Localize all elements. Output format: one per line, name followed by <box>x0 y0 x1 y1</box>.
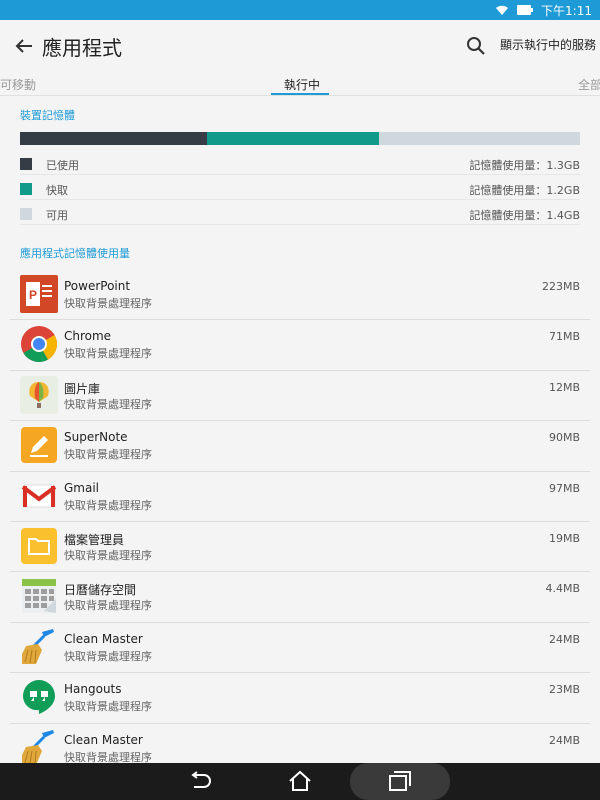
back-button[interactable] <box>6 28 42 64</box>
status-time: 下午1:11 <box>541 3 592 18</box>
memory-bar-segment-used <box>20 132 207 145</box>
list-item[interactable]: Gmail 快取背景處理程序 97MB <box>10 472 590 522</box>
app-memory-size: 24MB <box>548 632 580 646</box>
memory-usage-bar <box>20 132 580 145</box>
nav-home-button[interactable] <box>286 768 314 794</box>
supernote-icon <box>21 427 57 464</box>
app-name: 圖片庫 <box>64 381 101 396</box>
navigation-bar <box>0 763 600 800</box>
legend-label: 已使用 <box>46 159 79 172</box>
app-memory-title: 應用程式記憶體使用量 <box>20 247 130 260</box>
app-status: 快取背景處理程序 <box>64 397 152 411</box>
battery-icon <box>517 5 534 15</box>
back-icon <box>191 771 211 788</box>
broom-icon <box>22 628 54 664</box>
list-item[interactable]: 圖片庫 快取背景處理程序 12MB <box>10 371 590 422</box>
tab-movable[interactable]: 可移動 <box>0 76 36 93</box>
app-name: Chrome <box>64 329 112 344</box>
search-icon <box>467 37 485 55</box>
app-name: SuperNote <box>64 430 128 445</box>
list-item[interactable]: Clean Master 快取背景處理程序 24MB <box>10 623 590 674</box>
calendar-storage-icon <box>22 579 56 614</box>
app-status: 快取背景處理程序 <box>64 297 152 310</box>
legend-value: 記憶體使用量：1.3GB <box>469 159 580 172</box>
legend-label: 快取 <box>46 184 68 197</box>
app-status: 快取背景處理程序 <box>64 700 152 714</box>
show-running-services-button[interactable]: 顯示執行中的服務 <box>500 36 596 53</box>
legend-cached: 快取 記憶體使用量：1.2GB <box>20 180 580 200</box>
legend-free: 可用 記憶體使用量：1.4GB <box>20 205 580 225</box>
chrome-icon <box>21 326 58 363</box>
page-title: 應用程式 <box>42 35 122 60</box>
app-name: 日曆儲存空間 <box>64 583 137 598</box>
app-memory-size: 97MB <box>548 481 580 495</box>
legend-value: 記憶體使用量：1.2GB <box>469 184 580 197</box>
nav-back-button[interactable] <box>186 768 214 794</box>
list-item[interactable]: SuperNote 快取背景處理程序 90MB <box>10 421 590 472</box>
legend-value: 記憶體使用量：1.4GB <box>469 209 580 222</box>
app-bar: 應用程式 顯示執行中的服務 <box>0 20 600 72</box>
list-item[interactable]: 日曆儲存空間 快取背景處理程序 4.4MB <box>10 572 590 623</box>
list-item[interactable]: Hangouts 快取背景處理程序 23MB <box>10 673 590 724</box>
device-memory-title: 裝置記憶體 <box>20 109 75 122</box>
app-name: Clean Master <box>64 732 143 747</box>
gmail-icon <box>21 484 57 508</box>
app-memory-size: 4.4MB <box>545 582 580 596</box>
tab-bar: 可移動 執行中 全部 <box>0 72 600 96</box>
tab-indicator <box>271 93 329 95</box>
list-item[interactable]: Chrome 快取背景處理程序 71MB <box>10 320 590 371</box>
cached-swatch <box>20 183 32 195</box>
app-memory-size: 19MB <box>548 531 580 545</box>
app-name: 檔案管理員 <box>64 532 125 547</box>
wifi-icon <box>496 5 509 15</box>
broom-icon <box>22 729 54 765</box>
legend-label: 可用 <box>46 209 68 222</box>
tab-all[interactable]: 全部 <box>578 76 600 93</box>
tab-running[interactable]: 執行中 <box>284 76 320 93</box>
app-status: 快取背景處理程序 <box>64 599 152 613</box>
list-item[interactable]: 檔案管理員 快取背景處理程序 19MB <box>10 522 590 573</box>
list-item[interactable]: P PowerPoint 快取背景處理程序 223MB <box>10 270 590 321</box>
app-status: 快取背景處理程序 <box>64 448 152 462</box>
search-button[interactable] <box>462 32 490 60</box>
app-status: 快取背景處理程序 <box>64 649 152 663</box>
app-name: PowerPoint <box>64 279 131 293</box>
gallery-icon <box>20 375 58 414</box>
memory-bar-segment-free <box>378 132 580 145</box>
legend-used: 已使用 記憶體使用量：1.3GB <box>20 155 580 175</box>
app-status: 快取背景處理程序 <box>64 347 152 361</box>
free-swatch <box>20 208 32 220</box>
app-status: 快取背景處理程序 <box>64 548 152 562</box>
app-name: Gmail <box>64 480 100 495</box>
memory-bar-segment-cached <box>206 132 379 145</box>
used-swatch <box>20 158 32 170</box>
file-manager-icon <box>21 527 57 564</box>
app-memory-size: 90MB <box>548 431 580 445</box>
app-memory-size: 23MB <box>548 683 580 697</box>
nav-recents-button[interactable] <box>386 768 414 794</box>
app-name: Clean Master <box>64 631 143 646</box>
app-status: 快取背景處理程序 <box>64 498 152 512</box>
back-arrow-icon <box>15 39 32 53</box>
home-icon <box>289 770 311 791</box>
svg-text:P: P <box>29 288 37 302</box>
app-memory-size: 24MB <box>548 733 580 747</box>
status-bar: 下午1:11 <box>0 0 600 20</box>
app-memory-size: 71MB <box>548 330 580 344</box>
app-memory-size: 12MB <box>548 380 580 394</box>
powerpoint-icon: P <box>20 275 58 313</box>
recent-apps-icon <box>389 771 411 791</box>
app-list: P PowerPoint 快取背景處理程序 223MB Chrome 快取背景處… <box>10 270 590 774</box>
app-name: Hangouts <box>64 682 122 697</box>
app-memory-size: 223MB <box>541 280 580 293</box>
hangouts-icon <box>22 680 55 715</box>
